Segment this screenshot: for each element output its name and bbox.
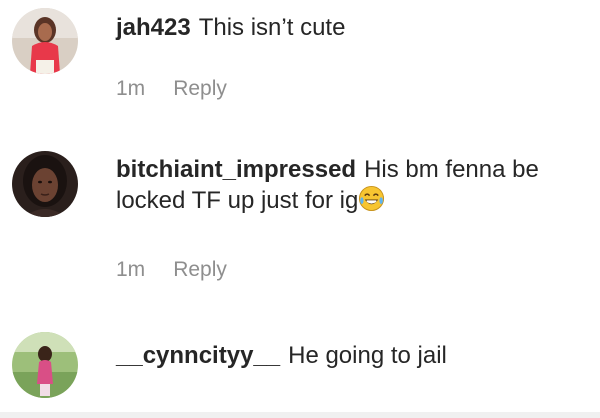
comment-meta: 1m Reply bbox=[116, 258, 227, 282]
comment-username[interactable]: jah423 bbox=[116, 14, 191, 41]
comment-text: jah423 This isn’t cute bbox=[116, 12, 596, 43]
comment-meta: 1m Reply bbox=[116, 77, 227, 101]
comment-username[interactable]: bitchiaint_impressed bbox=[116, 156, 356, 183]
comment-text: __cynncityy__ He going to jail bbox=[116, 340, 596, 371]
comment-item: bitchiaint_impressed His bm fenna be lock… bbox=[0, 140, 600, 300]
comment-item: __cynncityy__ He going to jail bbox=[0, 320, 600, 418]
avatar-photo-dark bbox=[12, 151, 78, 217]
comment-username[interactable]: __cynncityy__ bbox=[116, 342, 280, 369]
comment-timestamp: 1m bbox=[116, 77, 146, 100]
avatar[interactable] bbox=[12, 332, 78, 398]
avatar[interactable] bbox=[12, 151, 78, 217]
avatar-photo-red-top bbox=[12, 8, 78, 74]
reply-button[interactable]: Reply bbox=[173, 258, 227, 282]
avatar-photo-outdoor bbox=[12, 332, 78, 398]
comment-item: jah423 This isn’t cute 1m Reply bbox=[0, 0, 600, 120]
divider bbox=[0, 412, 600, 418]
avatar[interactable] bbox=[12, 8, 78, 74]
reply-button[interactable]: Reply bbox=[173, 77, 227, 101]
comment-timestamp: 1m bbox=[116, 258, 146, 281]
comment-body: He going to jail bbox=[288, 342, 447, 369]
comment-text: bitchiaint_impressed His bm fenna be lock… bbox=[116, 154, 596, 216]
comment-body: This isn’t cute bbox=[198, 14, 346, 41]
tears-of-joy-emoji bbox=[359, 185, 385, 212]
